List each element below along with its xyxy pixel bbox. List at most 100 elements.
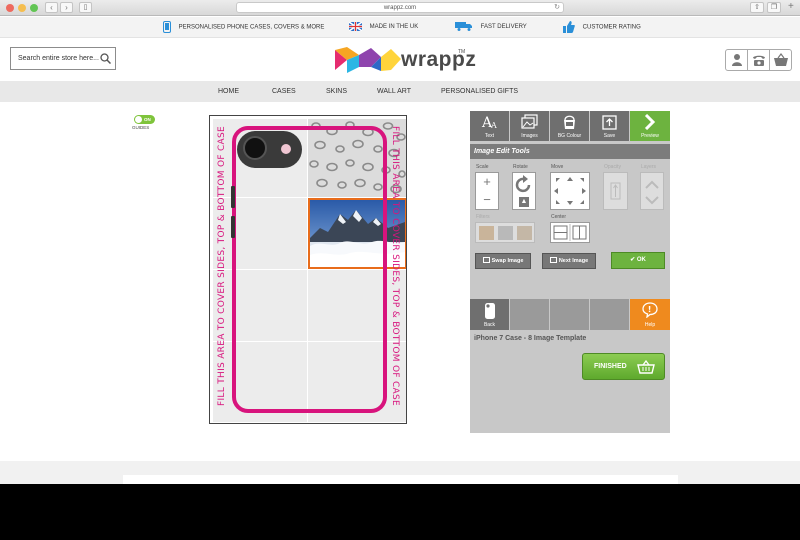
new-tab-icon[interactable]: + [788,1,794,12]
nav-item-skins[interactable]: SKINS [326,81,347,102]
toolbar-label: Save [603,133,616,139]
guides-toggle[interactable]: ON [134,115,155,124]
minimize-window-dot[interactable] [18,4,26,12]
swap-image-button[interactable]: Swap Image [475,253,531,269]
filter-swatch [479,226,494,240]
nav-item-personalised-gifts[interactable]: PERSONALISED GIFTS [441,81,518,102]
rotate-label: Rotate [513,164,528,170]
volume-button [231,216,235,238]
toolbar-label: BG Colour [557,133,582,139]
filters-control [475,222,535,243]
address-bar-url: wrappz.com [383,5,417,11]
finished-label: FINISHED [594,363,627,370]
guide-text-left: FILL THIS AREA TO COVER SIDES, TOP & BOT… [217,125,227,407]
rotate-icon[interactable] [513,175,535,197]
usp-bar: PERSONALISED PHONE CASES, COVERS & MORE … [0,17,800,38]
toolbar-label: Preview [641,133,659,139]
basket-icon[interactable] [770,50,792,70]
volume-button [231,186,235,208]
zoom-in-icon[interactable]: + [476,174,498,189]
checkmark-icon: ✔ [630,257,637,263]
zoom-window-dot[interactable] [30,4,38,12]
preview-arrow-icon [644,114,656,130]
layers-control [640,172,664,210]
scale-control: + − [475,172,499,210]
save-tool-button[interactable]: Save [590,111,629,141]
nav-item-home[interactable]: HOME [218,81,239,102]
guide-text-right: FILL THIS AREA TO COVER SIDES, TOP & BOT… [390,125,400,407]
scale-label: Scale [476,164,489,170]
main-navigation: HOME CASES SKINS WALL ART PERSONALISED G… [0,81,800,102]
ok-label: OK [636,257,646,263]
preview-button[interactable]: Preview [630,111,670,141]
image-tools-heading: Image Edit Tools [470,144,670,159]
filter-swatch [517,226,532,240]
phone-icon [163,21,171,33]
swap-image-label: Swap Image [491,258,524,264]
usp-label: CUSTOMER RATING [582,24,641,31]
opacity-control [603,172,628,210]
svg-text:A: A [490,121,497,130]
address-bar[interactable]: wrappz.com ↻ [236,2,564,13]
usp-item: FAST DELIVERY [455,21,527,34]
ok-button[interactable]: ✔ OK [611,252,665,269]
opacity-icon [610,182,621,200]
nav-item-wall-art[interactable]: WALL ART [377,81,411,102]
usp-item: PERSONALISED PHONE CASES, COVERS & MORE [163,21,324,34]
layers-label: Layers [641,164,657,170]
zoom-out-icon[interactable]: − [476,192,498,207]
move-label: Move [551,164,564,170]
guides-label: GUIDES [132,125,150,130]
search-icon[interactable] [100,53,111,64]
swap-image-icon [482,257,490,263]
opacity-label: Opacity [604,164,621,170]
nav-item-cases[interactable]: CASES [272,81,296,102]
back-arrow-icon[interactable]: ‹ [45,2,58,13]
rotate-control: ▲ [512,172,536,210]
account-icon[interactable] [726,50,748,70]
sidebar-icon[interactable]: ▯ [79,2,92,13]
phone-back-icon [485,303,495,319]
empty-tool-slot [510,299,549,330]
rotate-step-icon[interactable]: ▲ [519,197,529,207]
toggle-label: ON [144,117,151,122]
center-label: Center [551,214,567,220]
phone-contact-icon[interactable] [748,50,770,70]
design-canvas[interactable]: FILL THIS AREA TO COVER SIDES, TOP & BOT… [209,115,407,424]
search-input[interactable]: Search entire store here... [10,47,116,70]
text-icon: AA [481,115,497,130]
camera-lens-icon [243,136,267,160]
template-title: iPhone 7 Case - 8 Image Template [474,335,587,342]
usp-label: PERSONALISED PHONE CASES, COVERS & MORE [178,24,325,31]
uk-flag-icon [349,21,362,31]
usp-label: MADE IN THE UK [369,24,419,30]
move-control[interactable] [550,172,590,210]
help-button[interactable]: ! Help [630,299,670,330]
next-image-icon [549,257,557,263]
header-icon-group [725,49,792,71]
save-icon [602,115,617,130]
finished-button[interactable]: FINISHED [582,353,665,380]
close-window-dot[interactable] [6,4,14,12]
filter-swatch [498,226,513,240]
share-icon[interactable]: ⇧ [750,2,764,13]
center-icon[interactable] [551,223,589,242]
browser-toolbar: ‹ › ▯ wrappz.com ↻ ⇧ ❐ + [0,0,800,16]
thumbs-up-icon [563,21,575,33]
forward-arrow-icon[interactable]: › [60,2,73,13]
camera-module [237,131,302,168]
bg-colour-icon [564,115,575,129]
bg-colour-tool-button[interactable]: BG Colour [550,111,589,141]
usp-label: FAST DELIVERY [480,24,527,30]
text-tool-button[interactable]: AA Text [470,111,509,141]
next-image-label: Next Image [558,258,589,264]
tabs-icon[interactable]: ❐ [767,2,781,13]
basket-icon [637,360,655,374]
reload-icon[interactable]: ↻ [554,3,560,13]
next-image-button[interactable]: Next Image [542,253,596,269]
delivery-truck-icon [455,22,472,32]
move-arrows-icon [554,177,586,205]
images-tool-button[interactable]: Images [510,111,549,141]
back-button[interactable]: Back [470,299,509,330]
page: ‹ › ▯ wrappz.com ↻ ⇧ ❐ + PERSONALISED PH… [0,0,800,540]
